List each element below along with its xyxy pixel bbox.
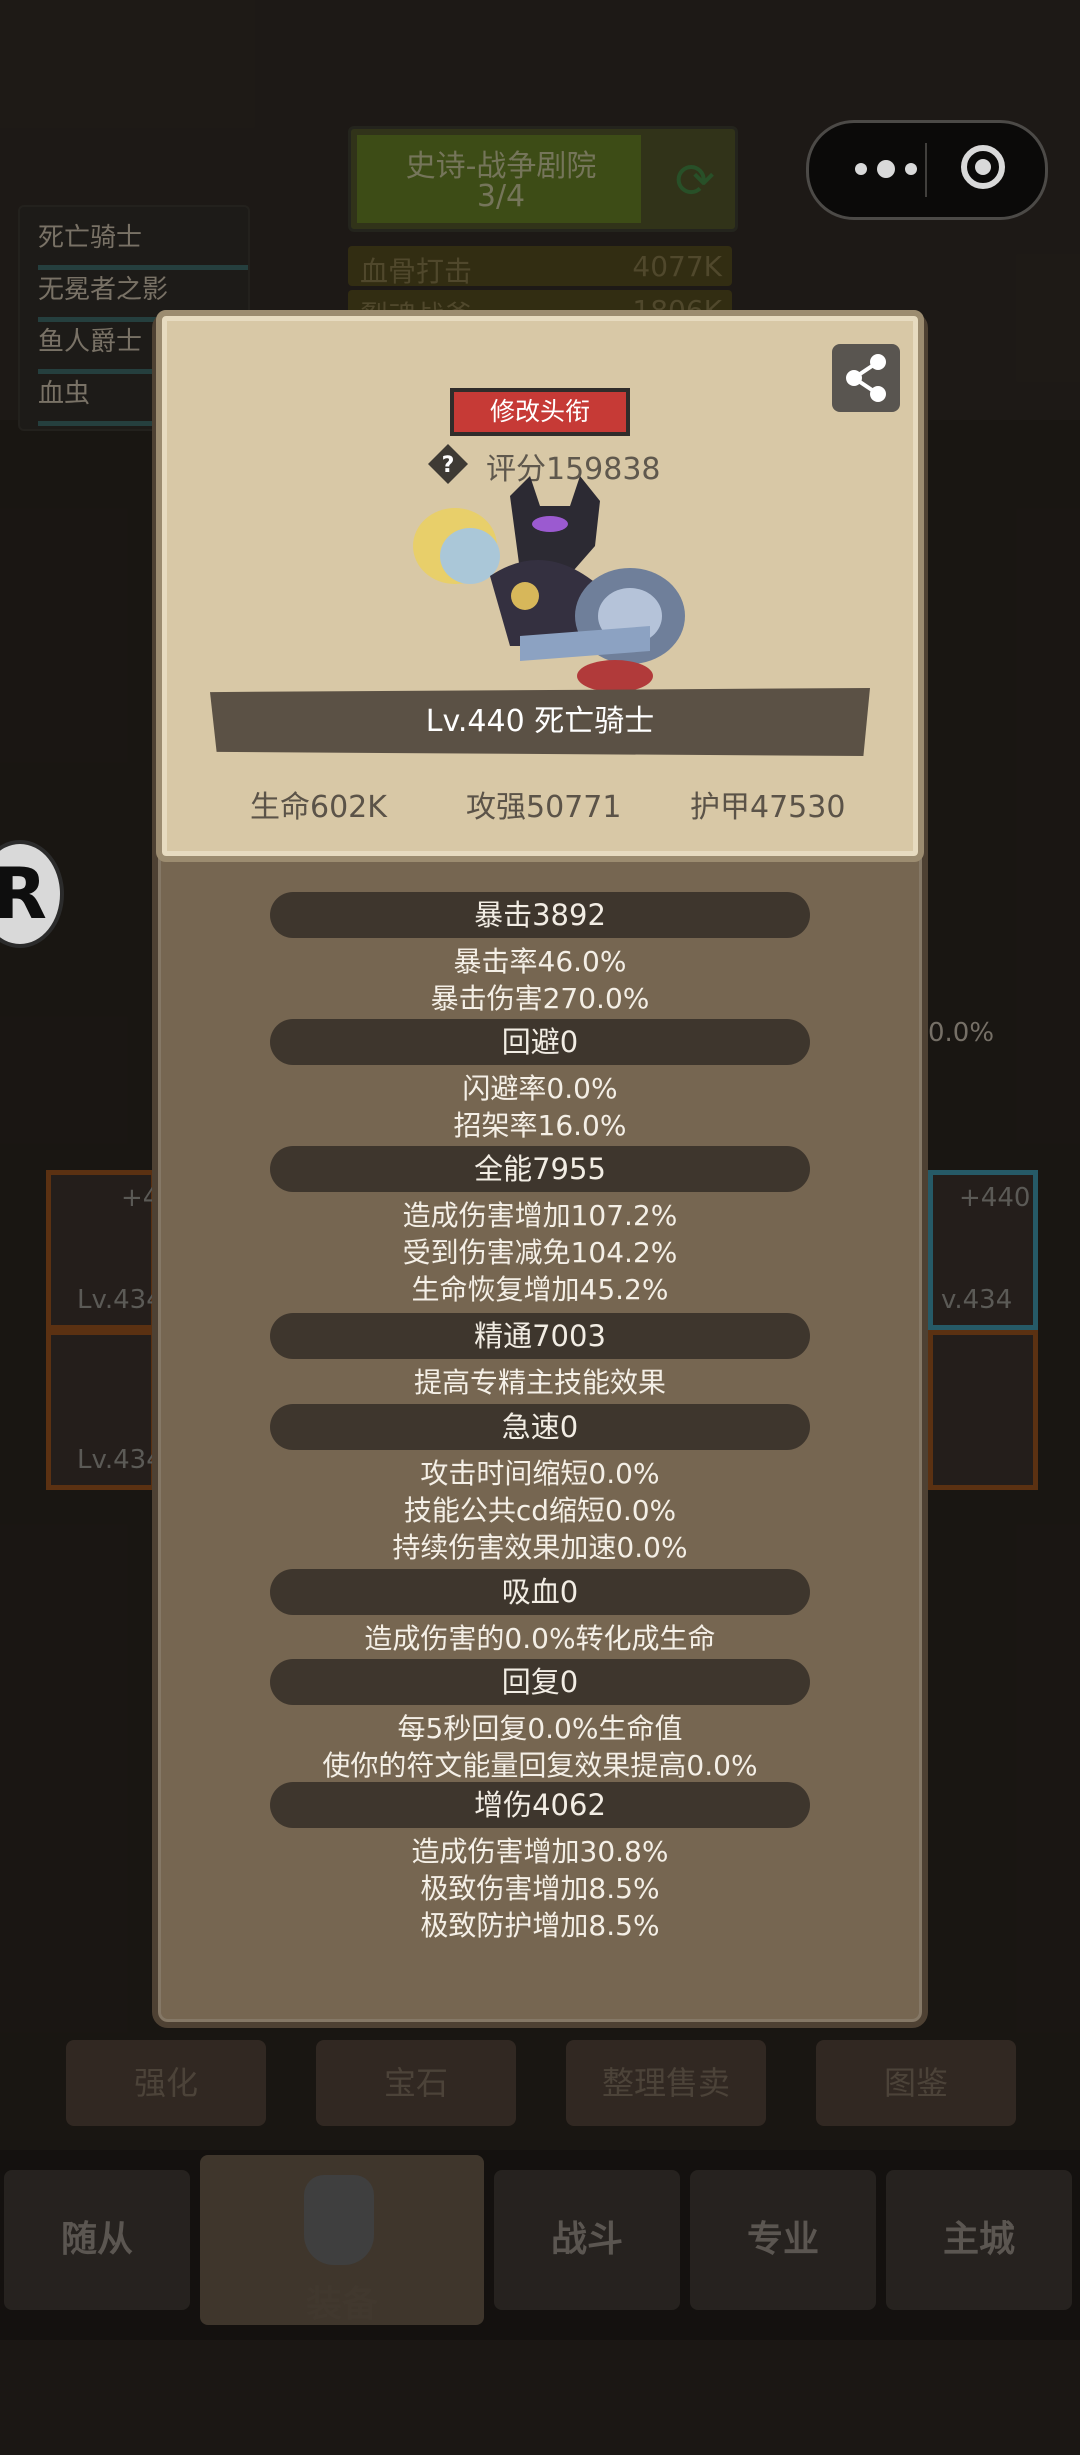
stat-line: 造成伤害增加30.8% (411, 1835, 669, 1868)
stat-line: 暴击率46.0% (453, 945, 627, 978)
stat-line: 极致防护增加8.5% (420, 1909, 660, 1942)
stat-line: 提高专精主技能效果 (413, 1366, 666, 1399)
section-header-crit: 暴击3892 (270, 892, 810, 938)
stat-hp: 生命602K (250, 790, 387, 825)
share-button[interactable] (832, 344, 900, 412)
stat-line: 造成伤害的0.0%转化成生命 (364, 1622, 716, 1655)
stat-line: 技能公共cd缩短0.0% (403, 1494, 677, 1527)
stat-armor: 护甲47530 (690, 790, 846, 825)
share-icon (846, 354, 886, 402)
change-title-button[interactable]: 修改头衔 (450, 388, 630, 436)
section-header-dodge: 回避0 (270, 1019, 810, 1065)
section-header-mastery: 精通7003 (270, 1313, 810, 1359)
stat-line: 每5秒回复0.0%生命值 (397, 1712, 683, 1745)
stat-line: 闪避率0.0% (462, 1072, 618, 1105)
hero-name-bar: Lv.440 死亡骑士 (210, 688, 870, 756)
stat-attack: 攻强50771 (466, 790, 622, 825)
stat-line: 持续伤害效果加速0.0% (392, 1531, 688, 1564)
stat-line: 生命恢复增加45.2% (411, 1273, 669, 1306)
section-header-versatility: 全能7955 (270, 1146, 810, 1192)
stat-line: 使你的符文能量回复效果提高0.0% (322, 1749, 758, 1782)
svg-text:?: ? (442, 453, 455, 478)
stat-line: 造成伤害增加107.2% (402, 1199, 678, 1232)
stat-line: 招架率16.0% (453, 1109, 627, 1142)
stat-line: 暴击伤害270.0% (430, 982, 650, 1015)
stat-line: 攻击时间缩短0.0% (420, 1457, 660, 1490)
stat-line: 极致伤害增加8.5% (420, 1872, 660, 1905)
section-header-damage-increase: 增伤4062 (270, 1782, 810, 1828)
hero-portrait (413, 476, 685, 692)
section-header-regen: 回复0 (270, 1659, 810, 1705)
section-header-leech: 吸血0 (270, 1569, 810, 1615)
section-header-haste: 急速0 (270, 1404, 810, 1450)
stat-line: 受到伤害减免104.2% (402, 1236, 678, 1269)
